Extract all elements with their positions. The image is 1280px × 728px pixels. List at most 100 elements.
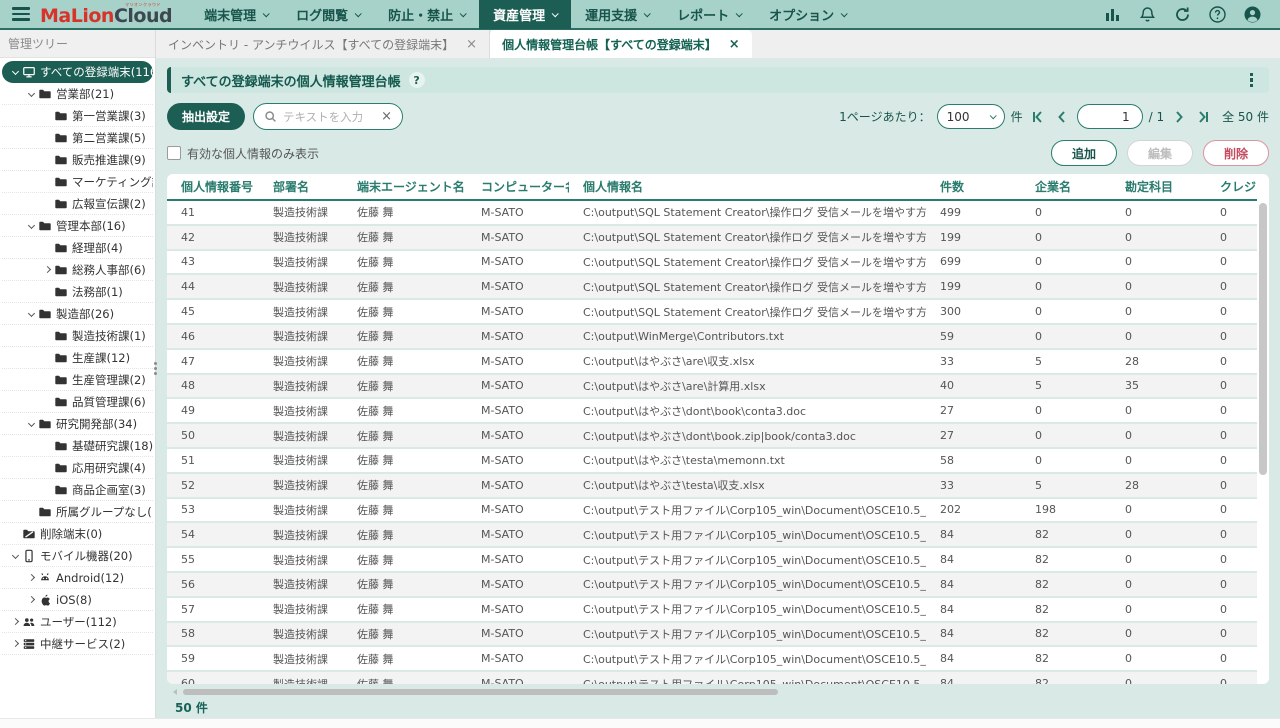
bell-icon[interactable] — [1138, 5, 1157, 24]
valid-only-checkbox[interactable]: 有効な個人情報のみ表示 — [167, 145, 319, 162]
page-number-input[interactable] — [1078, 110, 1142, 124]
caret-down-icon[interactable] — [11, 68, 18, 75]
page-number-field[interactable] — [1077, 104, 1143, 129]
tree-item-1[interactable]: 営業部(21) — [2, 83, 153, 105]
tree-item-16[interactable]: 研究開発部(34) — [2, 413, 153, 435]
column-header-8[interactable]: クレジット — [1206, 178, 1257, 195]
vertical-scrollbar-thumb[interactable] — [1259, 203, 1267, 475]
tree-item-19[interactable]: 商品企画室(3) — [2, 479, 153, 501]
tree-item-3[interactable]: 第二営業課(5) — [2, 127, 153, 149]
edit-button[interactable]: 編集 — [1127, 140, 1193, 166]
menu-item-4[interactable]: 運用支援 — [571, 0, 663, 29]
delete-button[interactable]: 削除 — [1203, 140, 1269, 166]
help-icon[interactable] — [1208, 5, 1227, 24]
tree-item-0[interactable]: すべての登録端末(116) — [2, 61, 153, 83]
tree-item-6[interactable]: 広報宣伝課(2) — [2, 193, 153, 215]
tree-item-22[interactable]: モバイル機器(20) — [2, 545, 153, 567]
stats-icon[interactable] — [1103, 5, 1122, 24]
table-row[interactable]: 55製造技術課佐藤 舞M-SATOC:\output\テスト用ファイル\Corp… — [167, 548, 1257, 573]
caret-right-icon[interactable] — [43, 266, 50, 273]
caret-down-icon[interactable] — [27, 222, 34, 229]
tree-item-7[interactable]: 管理本部(16) — [2, 215, 153, 237]
caret-right-icon[interactable] — [11, 618, 18, 625]
search-clear-icon[interactable]: × — [381, 109, 392, 124]
extract-settings-button[interactable]: 抽出設定 — [167, 103, 245, 130]
table-row[interactable]: 48製造技術課佐藤 舞M-SATOC:\output\はやぶさ\are\計算用.… — [167, 375, 1257, 400]
caret-right-icon[interactable] — [27, 596, 34, 603]
table-row[interactable]: 58製造技術課佐藤 舞M-SATOC:\output\テスト用ファイル\Corp… — [167, 623, 1257, 648]
table-row[interactable]: 56製造技術課佐藤 舞M-SATOC:\output\テスト用ファイル\Corp… — [167, 573, 1257, 598]
tree-item-14[interactable]: 生産管理課(2) — [2, 369, 153, 391]
title-kebab-menu-icon[interactable] — [1244, 69, 1260, 92]
caret-right-icon[interactable] — [11, 640, 18, 647]
tree-item-17[interactable]: 基礎研究課(18) — [2, 435, 153, 457]
table-row[interactable]: 57製造技術課佐藤 舞M-SATOC:\output\テスト用ファイル\Corp… — [167, 598, 1257, 623]
table-row[interactable]: 60製造技術課佐藤 舞M-SATOC:\output\テスト用ファイル\Corp… — [167, 672, 1257, 684]
column-header-5[interactable]: 件数 — [926, 178, 1021, 195]
table-row[interactable]: 44製造技術課佐藤 舞M-SATOC:\output\SQL Statement… — [167, 275, 1257, 300]
table-row[interactable]: 46製造技術課佐藤 舞M-SATOC:\output\WinMerge\Cont… — [167, 325, 1257, 350]
table-row[interactable]: 43製造技術課佐藤 舞M-SATOC:\output\SQL Statement… — [167, 251, 1257, 276]
table-row[interactable]: 53製造技術課佐藤 舞M-SATOC:\output\テスト用ファイル\Corp… — [167, 499, 1257, 524]
tree-item-12[interactable]: 製造技術課(1) — [2, 325, 153, 347]
menu-item-3[interactable]: 資産管理 — [479, 0, 571, 29]
tree-item-10[interactable]: 法務部(1) — [2, 281, 153, 303]
search-box[interactable]: × — [253, 103, 403, 130]
per-page-select[interactable]: 100 — [937, 104, 1005, 129]
table-row[interactable]: 50製造技術課佐藤 舞M-SATOC:\output\はやぶさ\dont\boo… — [167, 424, 1257, 449]
tree-item-9[interactable]: 総務人事部(6) — [2, 259, 153, 281]
caret-down-icon[interactable] — [27, 90, 34, 97]
refresh-icon[interactable] — [1173, 5, 1192, 24]
tab-close-icon[interactable]: × — [729, 37, 740, 52]
add-button[interactable]: 追加 — [1051, 140, 1117, 166]
column-header-2[interactable]: 端末エージェント名 — [343, 178, 467, 195]
menu-item-0[interactable]: 端末管理 — [190, 0, 282, 29]
caret-down-icon[interactable] — [27, 420, 34, 427]
tree-item-5[interactable]: マーケティング課(2) — [2, 171, 153, 193]
table-row[interactable]: 42製造技術課佐藤 舞M-SATOC:\output\SQL Statement… — [167, 226, 1257, 251]
menu-item-5[interactable]: レポート — [663, 0, 755, 29]
table-row[interactable]: 49製造技術課佐藤 舞M-SATOC:\output\はやぶさ\dont\boo… — [167, 399, 1257, 424]
menu-item-2[interactable]: 防止・禁止 — [374, 0, 479, 29]
search-input[interactable] — [283, 110, 378, 124]
table-row[interactable]: 41製造技術課佐藤 舞M-SATOC:\output\SQL Statement… — [167, 201, 1257, 226]
caret-right-icon[interactable] — [27, 574, 34, 581]
tab-close-icon[interactable]: × — [466, 37, 477, 52]
tree-item-26[interactable]: 中継サービス(2) — [2, 633, 153, 655]
table-row[interactable]: 59製造技術課佐藤 舞M-SATOC:\output\テスト用ファイル\Corp… — [167, 647, 1257, 672]
column-header-6[interactable]: 企業名 — [1021, 178, 1111, 195]
next-page-button[interactable] — [1170, 108, 1188, 126]
column-header-3[interactable]: コンピューター名 — [467, 178, 569, 195]
caret-down-icon[interactable] — [27, 310, 34, 317]
vertical-scrollbar[interactable] — [1259, 203, 1267, 680]
tab-0[interactable]: インベントリ - アンチウイルス【すべての登録端末】× — [156, 30, 490, 58]
tree-item-24[interactable]: iOS(8) — [2, 589, 153, 611]
menu-item-6[interactable]: オプション — [755, 0, 860, 29]
table-row[interactable]: 52製造技術課佐藤 舞M-SATOC:\output\はやぶさ\testa\収支… — [167, 474, 1257, 499]
horizontal-scrollbar-thumb[interactable] — [183, 689, 778, 695]
tree-item-25[interactable]: ユーザー(112) — [2, 611, 153, 633]
tree-item-11[interactable]: 製造部(26) — [2, 303, 153, 325]
tab-1[interactable]: 個人情報管理台帳【すべての登録端末】× — [490, 30, 752, 58]
panel-resize-handle[interactable] — [152, 360, 159, 377]
tree-item-23[interactable]: Android(12) — [2, 567, 153, 589]
tree-item-2[interactable]: 第一営業課(3) — [2, 105, 153, 127]
column-header-7[interactable]: 勘定科目 — [1111, 178, 1206, 195]
checkbox-icon[interactable] — [167, 146, 181, 160]
column-header-4[interactable]: 個人情報名 — [569, 178, 926, 195]
first-page-button[interactable] — [1029, 108, 1047, 126]
title-help-icon[interactable]: ? — [409, 72, 425, 88]
tree-item-8[interactable]: 経理部(4) — [2, 237, 153, 259]
column-header-0[interactable]: 個人情報番号 — [167, 178, 259, 195]
tree-item-18[interactable]: 応用研究課(4) — [2, 457, 153, 479]
table-row[interactable]: 45製造技術課佐藤 舞M-SATOC:\output\SQL Statement… — [167, 300, 1257, 325]
tree-item-21[interactable]: 削除端末(0) — [2, 523, 153, 545]
table-row[interactable]: 54製造技術課佐藤 舞M-SATOC:\output\テスト用ファイル\Corp… — [167, 523, 1257, 548]
tree-item-15[interactable]: 品質管理課(6) — [2, 391, 153, 413]
tree-item-20[interactable]: 所属グループなし(19) — [2, 501, 153, 523]
last-page-button[interactable] — [1194, 108, 1212, 126]
tree-item-13[interactable]: 生産課(12) — [2, 347, 153, 369]
table-row[interactable]: 47製造技術課佐藤 舞M-SATOC:\output\はやぶさ\are\収支.x… — [167, 350, 1257, 375]
caret-down-icon[interactable] — [11, 552, 18, 559]
prev-page-button[interactable] — [1053, 108, 1071, 126]
